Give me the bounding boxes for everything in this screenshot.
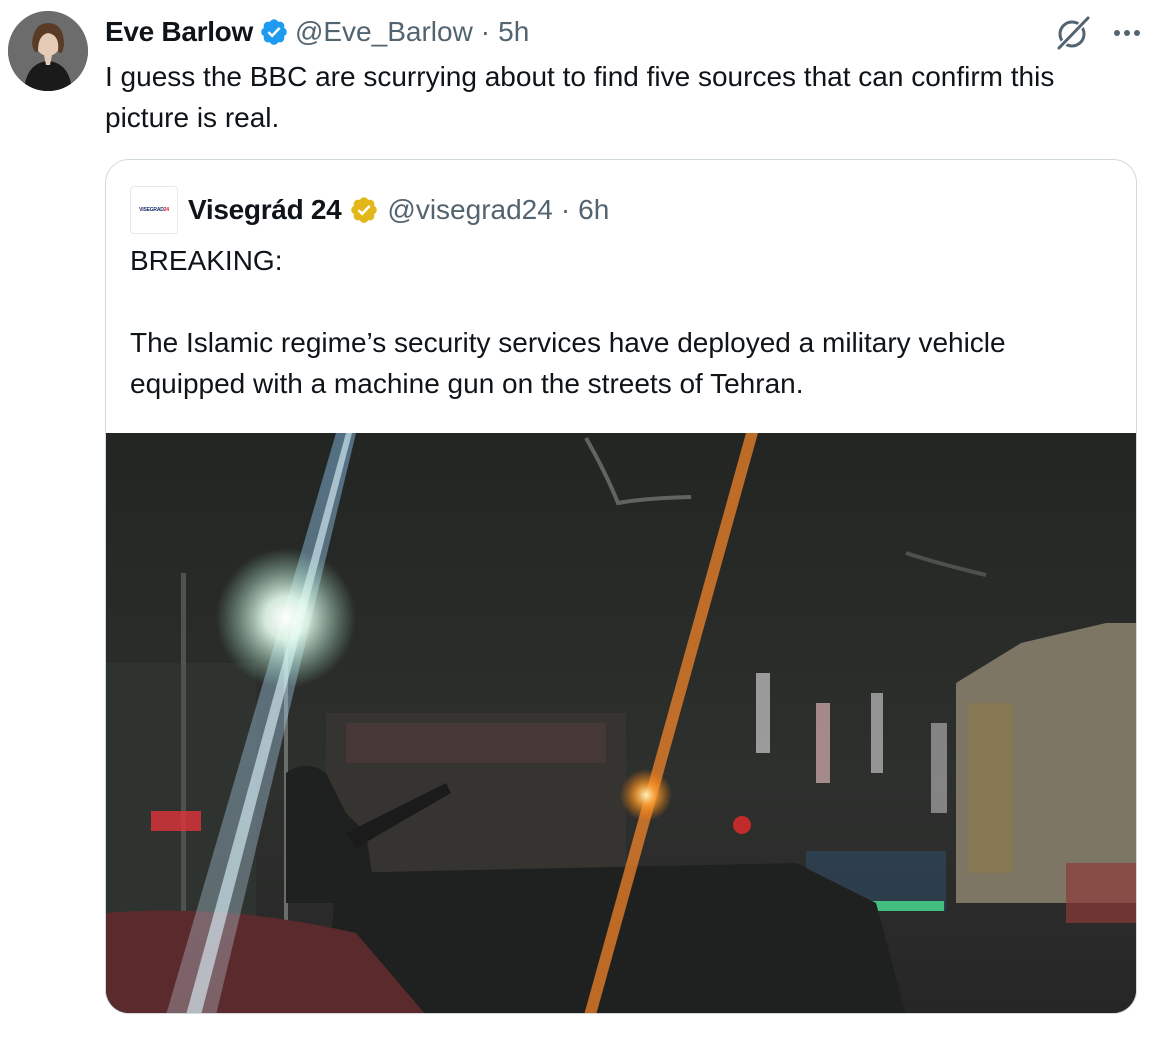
quoted-tweet-header: VISEGRAD24 Visegrád 24 @visegrad24 · 6h: [130, 186, 609, 234]
quoted-text-line-2: The Islamic regime’s security services h…: [130, 327, 1006, 399]
more-icon[interactable]: [1114, 30, 1140, 36]
gold-verified-icon[interactable]: [349, 195, 379, 225]
author-handle[interactable]: @Eve_Barlow: [295, 16, 473, 48]
night-street-photo[interactable]: [106, 433, 1136, 1013]
author-name[interactable]: Eve Barlow: [105, 16, 253, 48]
quoted-tweet-text: BREAKING: The Islamic regime’s security …: [130, 240, 1120, 404]
quoted-text-line-1: BREAKING:: [130, 245, 283, 276]
avatar-image: [8, 11, 88, 91]
quoted-tweet-timestamp[interactable]: 6h: [578, 194, 609, 226]
tweet[interactable]: Eve Barlow @Eve_Barlow · 5h I guess the …: [0, 0, 1156, 1038]
tweet-header: Eve Barlow @Eve_Barlow · 5h: [105, 12, 529, 52]
visegrad-logo: VISEGRAD24: [139, 207, 169, 213]
separator-dot: ·: [480, 16, 491, 47]
author-avatar[interactable]: [8, 11, 88, 91]
tweet-actions: [1054, 14, 1140, 52]
tweet-timestamp[interactable]: 5h: [498, 16, 529, 48]
quoted-author-name[interactable]: Visegrád 24: [188, 194, 342, 226]
quoted-author-avatar[interactable]: VISEGRAD24: [130, 186, 178, 234]
blue-verified-icon[interactable]: [259, 17, 289, 47]
quoted-separator-dot: ·: [560, 194, 571, 225]
quoted-tweet[interactable]: VISEGRAD24 Visegrád 24 @visegrad24 · 6h …: [105, 159, 1137, 1014]
quoted-author-handle[interactable]: @visegrad24: [387, 194, 552, 226]
tweet-text: I guess the BBC are scurrying about to f…: [105, 61, 1055, 133]
grok-icon[interactable]: [1054, 14, 1092, 52]
